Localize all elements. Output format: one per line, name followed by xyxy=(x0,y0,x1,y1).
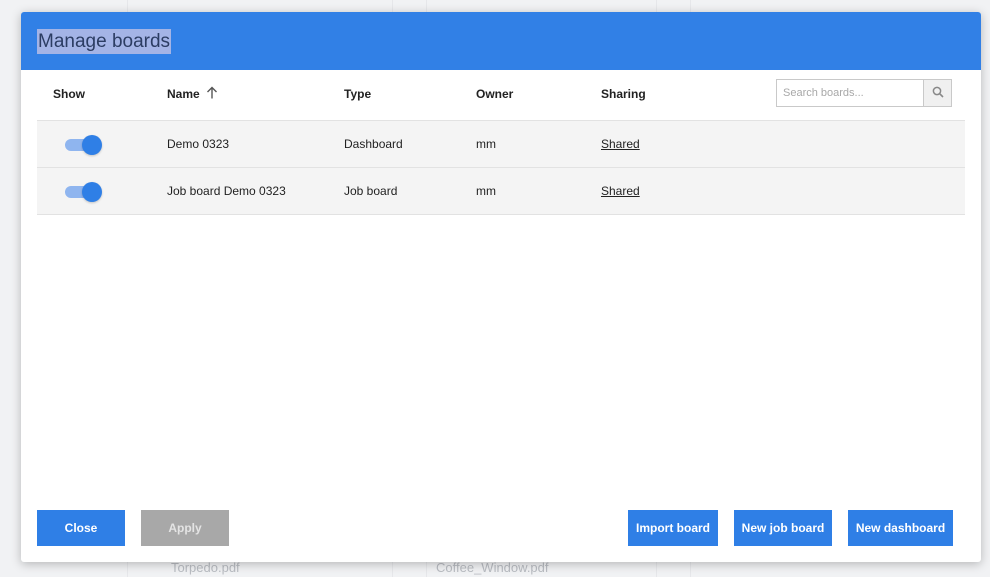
board-owner: mm xyxy=(476,137,496,151)
bg-file-name: Torpedo.pdf xyxy=(171,560,240,575)
column-header-type: Type xyxy=(344,87,372,101)
dialog-title: Manage boards xyxy=(37,28,172,54)
dialog-header: Manage boards xyxy=(21,12,981,70)
table-row[interactable]: Job board Demo 0323 Job board mm Shared xyxy=(37,168,965,215)
search-button[interactable] xyxy=(923,80,951,106)
board-owner: mm xyxy=(476,184,496,198)
column-header-name[interactable]: Name xyxy=(167,70,218,120)
board-name: Job board Demo 0323 xyxy=(167,184,286,198)
manage-boards-dialog: Manage boards Show Name Type Owner Shari… xyxy=(21,12,981,562)
board-type: Job board xyxy=(344,184,398,198)
column-header-name-label: Name xyxy=(167,87,200,101)
import-board-button[interactable]: Import board xyxy=(628,510,718,546)
table-row[interactable]: Demo 0323 Dashboard mm Shared xyxy=(37,121,965,168)
show-toggle[interactable] xyxy=(65,182,103,202)
boards-table: Demo 0323 Dashboard mm Shared Job board … xyxy=(37,120,965,215)
bg-file-name: Coffee_Window.pdf xyxy=(436,560,549,575)
new-job-board-button[interactable]: New job board xyxy=(734,510,832,546)
toggle-knob xyxy=(82,182,102,202)
apply-button[interactable]: Apply xyxy=(141,510,229,546)
toggle-knob xyxy=(82,135,102,155)
arrow-up-icon[interactable] xyxy=(206,71,218,119)
search-input[interactable] xyxy=(777,80,923,106)
board-type: Dashboard xyxy=(344,137,403,151)
column-header-owner: Owner xyxy=(476,87,514,101)
table-header: Show Name Type Owner Sharing xyxy=(37,70,965,120)
column-header-show: Show xyxy=(53,87,85,101)
sharing-link[interactable]: Shared xyxy=(601,121,640,167)
search-box xyxy=(776,79,952,107)
show-toggle[interactable] xyxy=(65,135,103,155)
column-header-sharing: Sharing xyxy=(601,87,646,101)
board-name: Demo 0323 xyxy=(167,137,230,151)
close-button[interactable]: Close xyxy=(37,510,125,546)
sharing-link[interactable]: Shared xyxy=(601,168,640,214)
new-dashboard-button[interactable]: New dashboard xyxy=(848,510,953,546)
search-icon xyxy=(932,86,944,101)
